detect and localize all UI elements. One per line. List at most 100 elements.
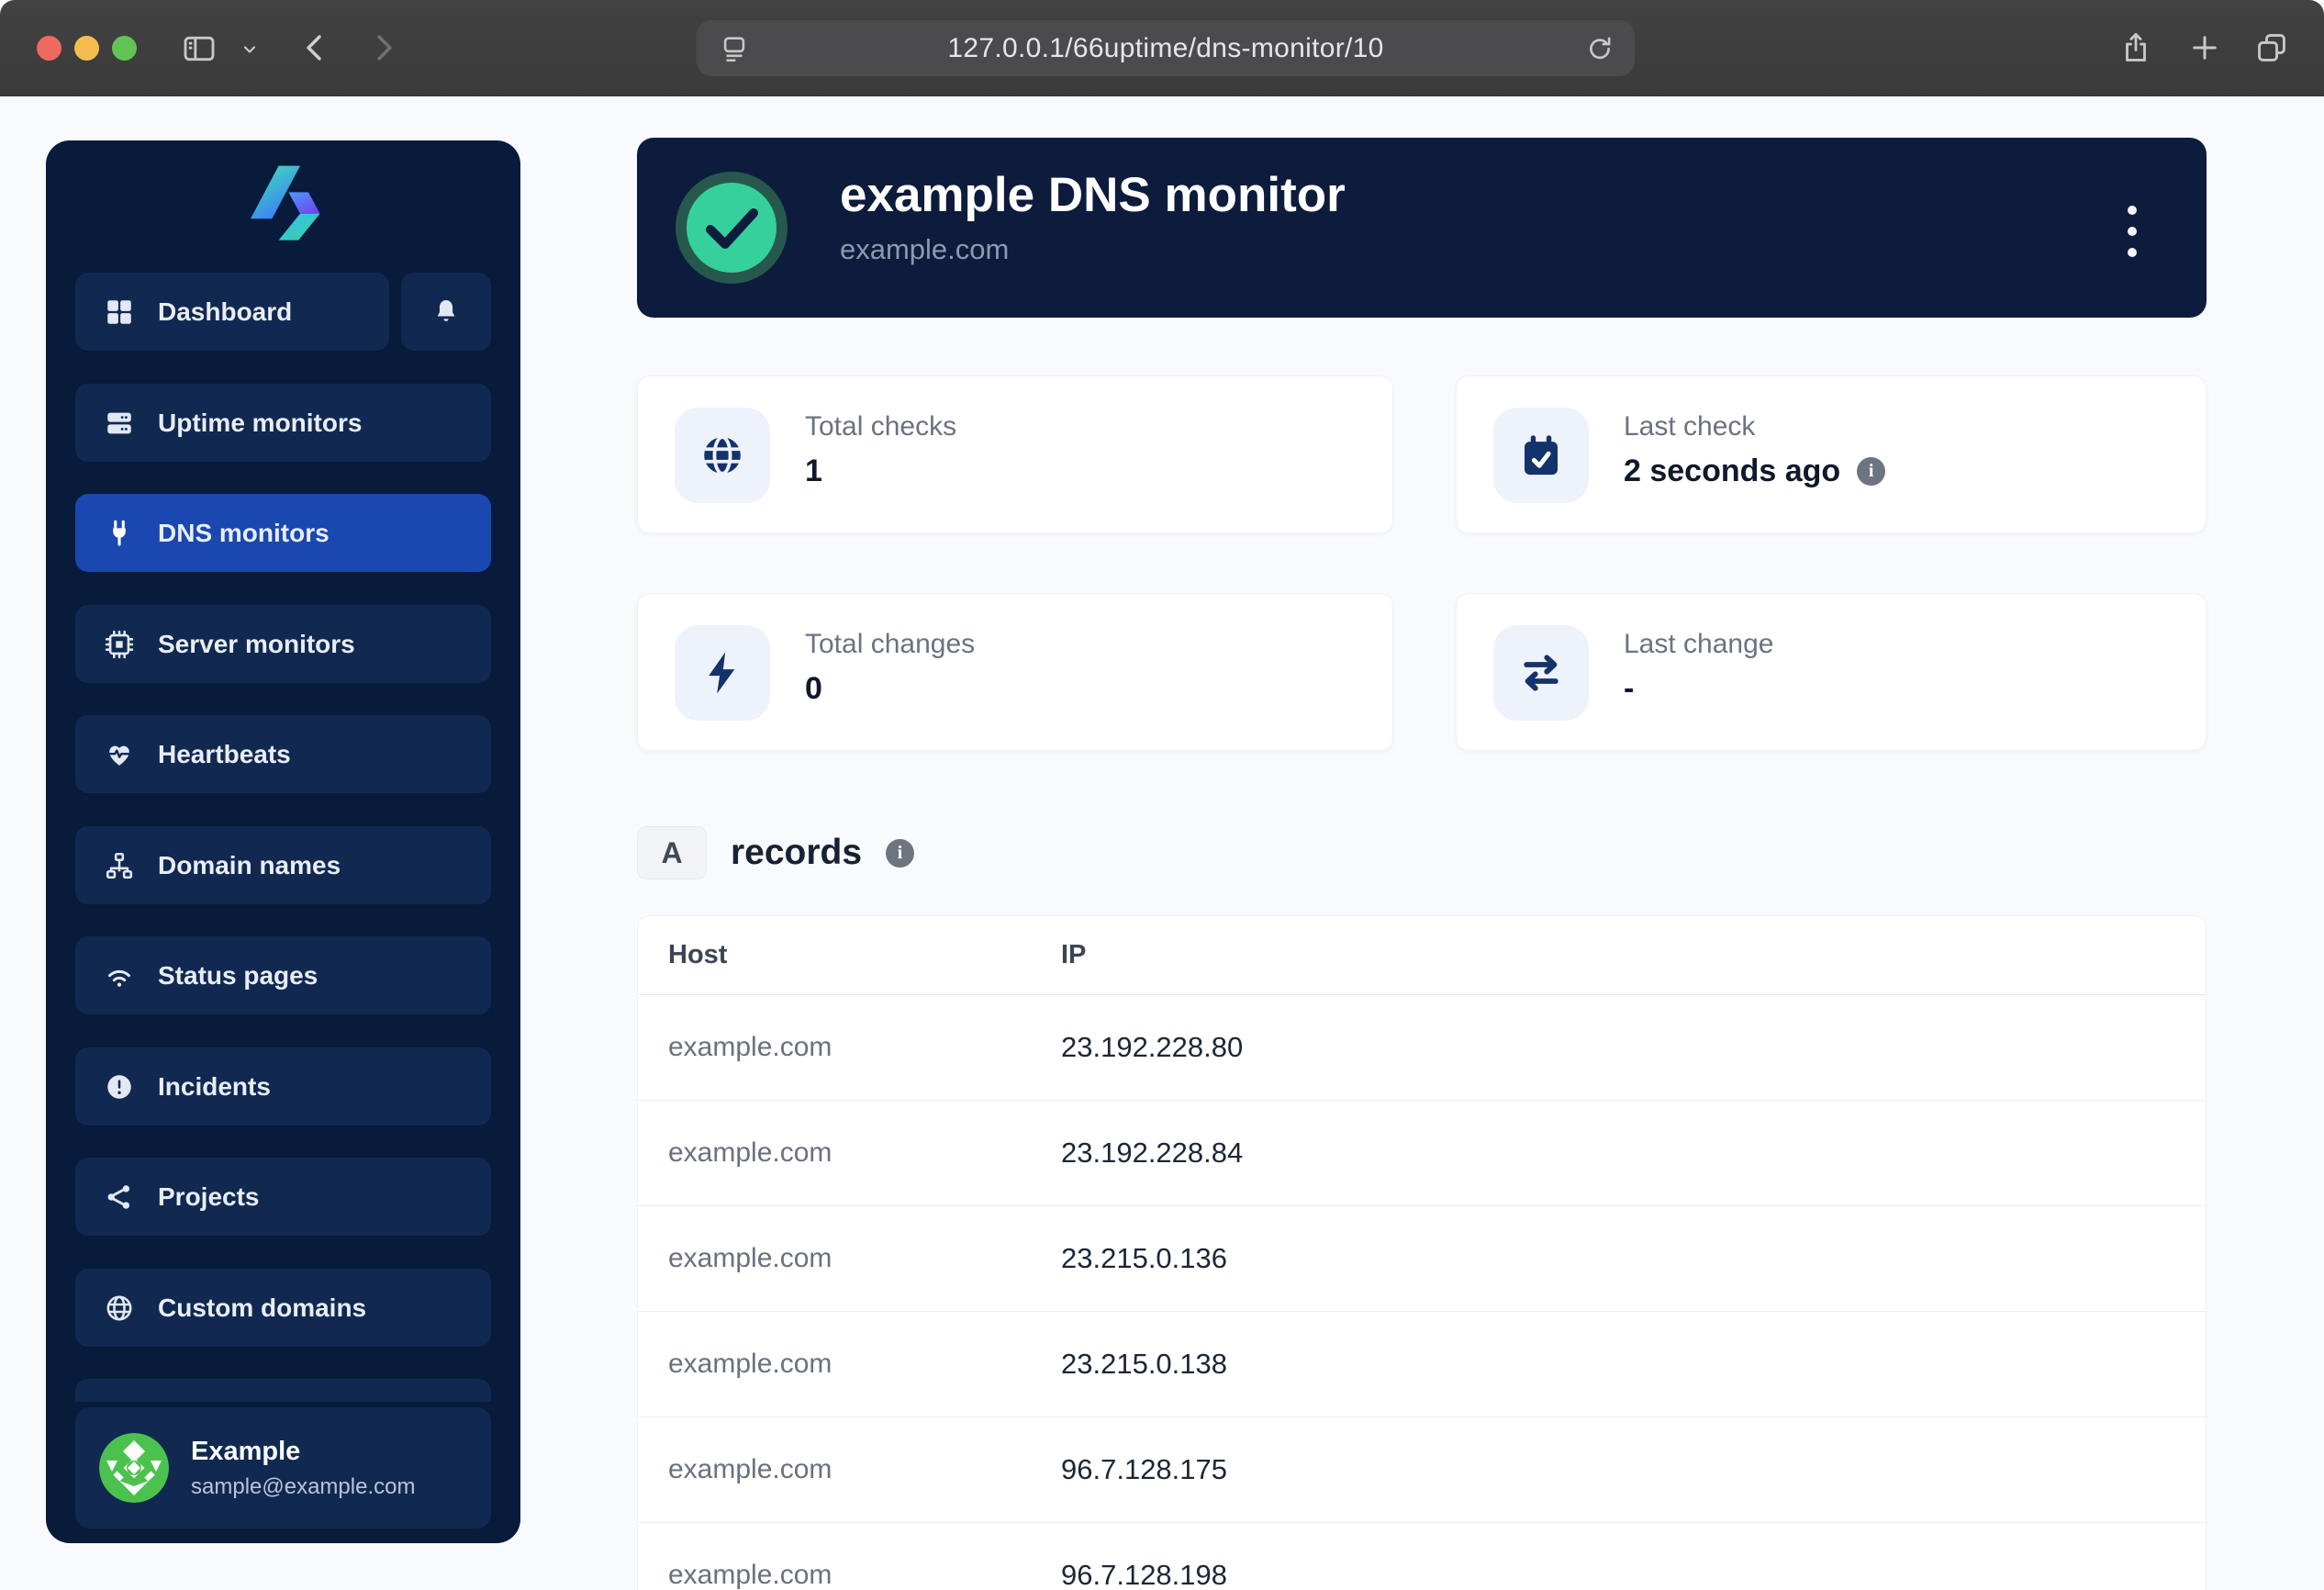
sidebar-item-label: Domain names (158, 851, 341, 880)
url-field[interactable]: 127.0.0.1/66uptime/dns-monitor/10 (697, 20, 1635, 76)
sidebar-item-label: Server monitors (158, 630, 355, 659)
host-cell: example.com (668, 1349, 832, 1380)
plug-icon (103, 517, 136, 550)
close-window-button[interactable] (37, 36, 61, 61)
sidebar-item-label: Uptime monitors (158, 409, 362, 438)
reload-icon[interactable] (1585, 34, 1615, 63)
alert-circle-icon (103, 1070, 136, 1103)
records-title: records (731, 833, 862, 873)
cpu-chip-icon (103, 628, 136, 661)
sidebar-toggle-icon[interactable] (181, 30, 218, 67)
share-icon[interactable] (2118, 30, 2153, 65)
stat-card-total-changes: Total changes 0 (637, 593, 1393, 751)
stat-value: - (1624, 671, 1634, 707)
host-cell: example.com (668, 1454, 832, 1485)
sidebar-item-label: Heartbeats (158, 740, 291, 769)
server-stack-icon (103, 407, 136, 440)
ip-cell: 96.7.128.198 (1061, 1559, 1227, 1590)
stat-value: 0 (805, 671, 822, 707)
sidebar-item-label: Dashboard (158, 297, 292, 327)
globe-icon (103, 1292, 136, 1325)
bolt-icon (675, 625, 770, 721)
page-title: example DNS monitor (840, 167, 1346, 223)
user-profile[interactable]: Example sample@example.com (75, 1407, 491, 1528)
user-name: Example (191, 1437, 415, 1467)
tab-overview-icon[interactable] (2254, 30, 2289, 65)
host-cell: example.com (668, 1032, 832, 1063)
more-options-button[interactable] (2122, 200, 2142, 263)
table-row: example.com 23.192.228.84 (638, 1101, 2206, 1206)
ip-cell: 23.192.228.80 (1061, 1031, 1243, 1064)
ip-cell: 23.215.0.138 (1061, 1348, 1227, 1381)
back-button[interactable] (298, 30, 333, 65)
browser-toolbar: 127.0.0.1/66uptime/dns-monitor/10 (0, 0, 2324, 96)
stat-label: Total changes (805, 629, 975, 660)
sidebar-item-dashboard[interactable]: Dashboard (75, 273, 389, 351)
sidebar-item-label: Status pages (158, 961, 318, 991)
sitemap-icon (103, 849, 136, 882)
page-background: Dashboard Uptime monitors (0, 96, 2324, 1590)
share-nodes-icon (103, 1181, 136, 1214)
notifications-button[interactable] (401, 273, 491, 351)
table-row: example.com 96.7.128.175 (638, 1417, 2206, 1523)
user-email: sample@example.com (191, 1474, 415, 1500)
stat-card-total-checks: Total checks 1 (637, 375, 1393, 533)
sidebar-item-incidents[interactable]: Incidents (75, 1047, 491, 1125)
sidebar-item-server-monitors[interactable]: Server monitors (75, 605, 491, 683)
status-check-icon (676, 172, 788, 288)
globe-icon (675, 408, 770, 503)
stat-card-last-check: Last check 2 seconds ago (1456, 375, 2207, 533)
url-text: 127.0.0.1/66uptime/dns-monitor/10 (697, 33, 1635, 64)
dashboard-grid-icon (103, 296, 136, 329)
wifi-icon (103, 959, 136, 992)
ip-cell: 23.215.0.136 (1061, 1242, 1227, 1275)
arrows-right-left-icon (1493, 625, 1589, 721)
sidebar: Dashboard Uptime monitors (46, 140, 520, 1543)
new-tab-icon[interactable] (2188, 31, 2221, 64)
column-header-host: Host (668, 940, 727, 970)
table-header-row: Host IP (638, 916, 2206, 995)
records-section-header: A records (637, 826, 914, 879)
forward-button[interactable] (365, 30, 400, 65)
stat-label: Total checks (805, 411, 956, 442)
host-cell: example.com (668, 1243, 832, 1274)
a-records-table: Host IP example.com 23.192.228.80 exampl… (637, 915, 2207, 1590)
zoom-window-button[interactable] (112, 36, 137, 61)
table-row: example.com 23.192.228.80 (638, 995, 2206, 1101)
record-type-badge: A (637, 826, 707, 879)
stat-value: 2 seconds ago (1624, 453, 1840, 489)
app-logo (46, 162, 520, 245)
table-row: example.com 23.215.0.138 (638, 1312, 2206, 1417)
column-header-ip: IP (1061, 940, 1086, 970)
sidebar-item-domain-names[interactable]: Domain names (75, 826, 491, 904)
stat-card-last-change: Last change - (1456, 593, 2207, 751)
table-row: example.com 23.215.0.136 (638, 1206, 2206, 1312)
sidebar-item-dns-monitors[interactable]: DNS monitors (75, 494, 491, 572)
sidebar-item-partial (75, 1379, 491, 1402)
monitor-hostname: example.com (840, 233, 1009, 266)
sidebar-item-uptime-monitors[interactable]: Uptime monitors (75, 384, 491, 462)
sidebar-item-heartbeats[interactable]: Heartbeats (75, 715, 491, 793)
sidebar-item-label: Custom domains (158, 1293, 366, 1323)
sidebar-item-status-pages[interactable]: Status pages (75, 936, 491, 1014)
heart-pulse-icon (103, 738, 136, 771)
sidebar-item-custom-domains[interactable]: Custom domains (75, 1269, 491, 1347)
host-cell: example.com (668, 1137, 832, 1169)
minimize-window-button[interactable] (74, 36, 99, 61)
bell-icon (430, 296, 463, 329)
sidebar-item-projects[interactable]: Projects (75, 1158, 491, 1236)
table-row: example.com 96.7.128.198 (638, 1523, 2206, 1590)
host-cell: example.com (668, 1560, 832, 1590)
info-icon[interactable] (1857, 457, 1885, 486)
sidebar-item-label: Incidents (158, 1072, 271, 1102)
ip-cell: 96.7.128.175 (1061, 1453, 1227, 1486)
monitor-header-card: example DNS monitor example.com (637, 138, 2207, 318)
stat-value: 1 (805, 453, 822, 489)
info-icon[interactable] (886, 839, 914, 868)
chevron-down-icon[interactable] (240, 40, 259, 59)
stat-label: Last change (1624, 629, 1773, 660)
sidebar-item-label: Projects (158, 1182, 260, 1212)
avatar (99, 1433, 169, 1503)
sidebar-item-label: DNS monitors (158, 519, 330, 548)
stat-label: Last check (1624, 411, 1755, 442)
